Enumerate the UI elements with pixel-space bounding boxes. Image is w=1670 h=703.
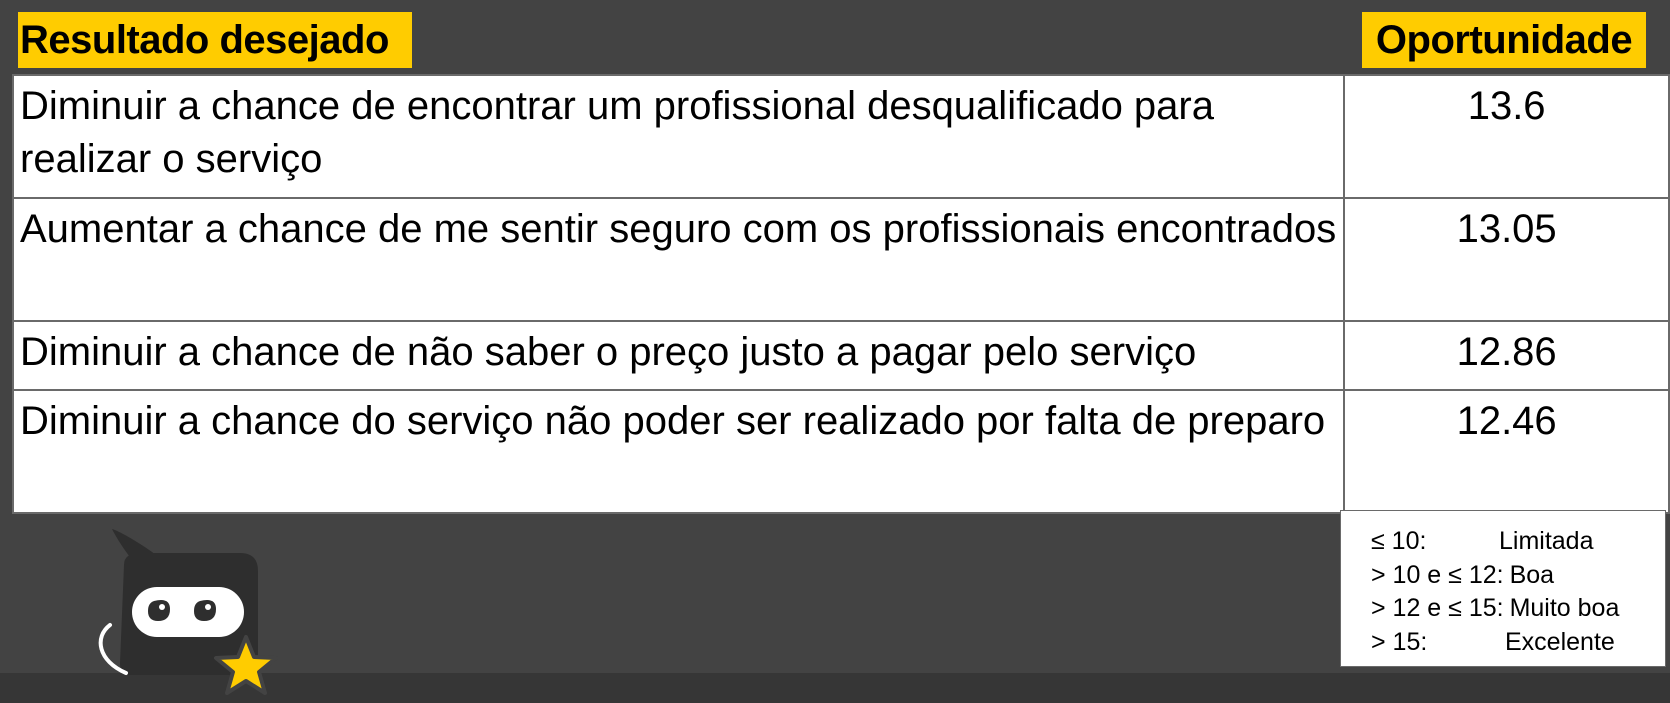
table-row: Aumentar a chance de me sentir seguro co… — [11, 197, 1670, 322]
legend-label: Excelente — [1505, 627, 1615, 656]
score-legend: ≤ 10: Limitada > 10 e ≤ 12: Boa > 12 e ≤… — [1340, 510, 1666, 667]
table-row: Diminuir a chance de não saber o preço j… — [11, 320, 1670, 391]
legend-item: ≤ 10: Limitada — [1371, 525, 1665, 559]
legend-item: > 10 e ≤ 12: Boa — [1371, 559, 1665, 593]
legend-range: > 15: — [1371, 627, 1428, 656]
opportunity-score: 12.46 — [1343, 389, 1670, 514]
opportunity-score: 12.86 — [1343, 320, 1670, 391]
opportunity-score: 13.05 — [1343, 197, 1670, 322]
legend-item: > 15: Excelente — [1371, 626, 1665, 660]
column-header-outcome: Resultado desejado — [18, 12, 412, 68]
legend-range: > 12 e ≤ 15: — [1371, 594, 1504, 622]
legend-range: ≤ 10: — [1371, 527, 1427, 555]
outcome-cell: Aumentar a chance de me sentir seguro co… — [11, 197, 1346, 322]
legend-label: Limitada — [1499, 527, 1594, 555]
outcome-cell: Diminuir a chance de encontrar um profis… — [11, 74, 1346, 199]
legend-item: > 12 e ≤ 15: Muito boa — [1371, 592, 1665, 626]
outcome-cell: Diminuir a chance de não saber o preço j… — [11, 320, 1346, 391]
outcome-cell: Diminuir a chance do serviço não poder s… — [11, 389, 1346, 514]
table-row: Diminuir a chance de encontrar um profis… — [11, 74, 1670, 199]
legend-range: > 10 e ≤ 12: — [1371, 560, 1504, 589]
column-header-opportunity: Oportunidade — [1362, 12, 1646, 68]
legend-label: Boa — [1509, 560, 1555, 589]
opportunity-score: 13.6 — [1343, 74, 1670, 199]
legend-label: Muito boa — [1509, 594, 1620, 622]
outcomes-table: Diminuir a chance de encontrar um profis… — [11, 74, 1670, 514]
table-row: Diminuir a chance do serviço não poder s… — [11, 389, 1670, 514]
ninja-mascot-icon — [98, 529, 278, 695]
